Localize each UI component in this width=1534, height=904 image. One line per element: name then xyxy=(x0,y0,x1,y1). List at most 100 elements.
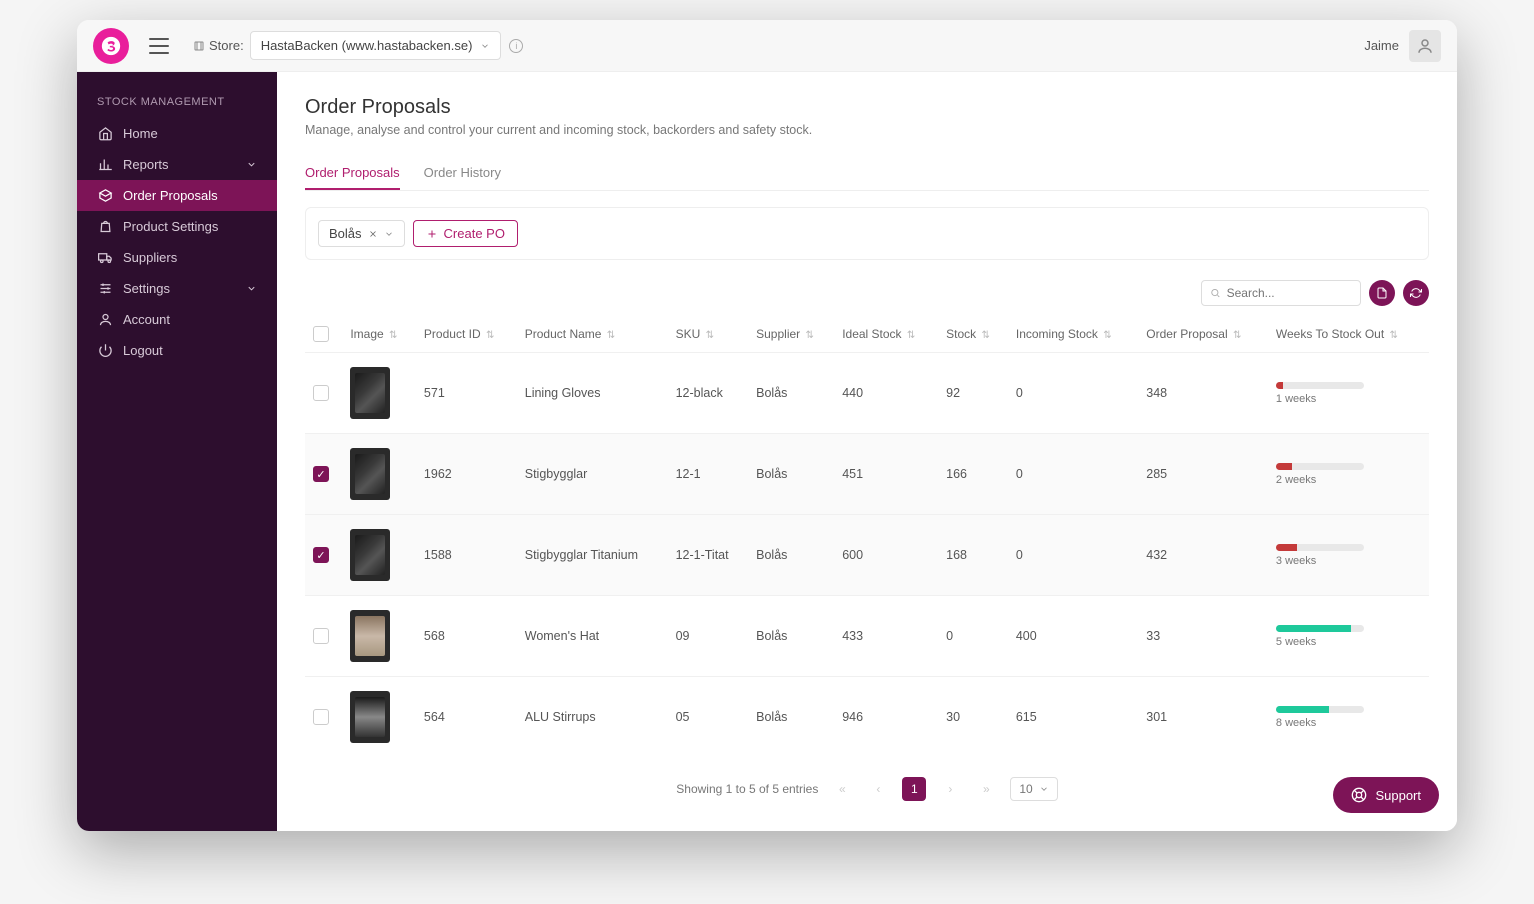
row-checkbox[interactable]: ✓ xyxy=(313,547,329,563)
column-header[interactable]: Supplier ⇅ xyxy=(748,316,834,353)
sidebar-item-label: Reports xyxy=(123,157,169,172)
cell-ideal-stock: 946 xyxy=(834,677,938,758)
home-icon xyxy=(97,126,113,141)
column-header[interactable]: SKU ⇅ xyxy=(668,316,749,353)
cell-product-id: 1588 xyxy=(416,515,517,596)
product-thumbnail xyxy=(350,610,390,662)
cell-sku: 12-1-Titat xyxy=(668,515,749,596)
sidebar-item-order-proposals[interactable]: Order Proposals xyxy=(77,180,277,211)
sidebar-item-suppliers[interactable]: Suppliers xyxy=(77,242,277,273)
weeks-progress xyxy=(1276,382,1364,389)
prev-page-button[interactable]: ‹ xyxy=(866,777,890,801)
sort-icon: ⇅ xyxy=(389,330,397,341)
sidebar-item-label: Product Settings xyxy=(123,219,218,234)
table-actions xyxy=(305,280,1429,306)
chevron-down-icon xyxy=(246,159,257,170)
export-button[interactable] xyxy=(1369,280,1395,306)
store-select[interactable]: HastaBacken (www.hastabacken.se) xyxy=(250,31,502,60)
weeks-progress xyxy=(1276,544,1364,551)
next-page-button[interactable]: › xyxy=(938,777,962,801)
info-icon[interactable]: i xyxy=(509,39,523,53)
refresh-button[interactable] xyxy=(1403,280,1429,306)
bag-icon xyxy=(97,219,113,234)
sidebar-item-home[interactable]: Home xyxy=(77,118,277,149)
support-button[interactable]: Support xyxy=(1333,777,1439,813)
sidebar-item-label: Home xyxy=(123,126,158,141)
cell-sku: 05 xyxy=(668,677,749,758)
cell-product-name: Stigbygglar Titanium xyxy=(517,515,668,596)
cell-supplier: Bolås xyxy=(748,434,834,515)
sidebar-item-reports[interactable]: Reports xyxy=(77,149,277,180)
close-icon[interactable] xyxy=(368,229,378,239)
sidebar-item-product-settings[interactable]: Product Settings xyxy=(77,211,277,242)
cell-ideal-stock: 451 xyxy=(834,434,938,515)
product-thumbnail xyxy=(350,367,390,419)
store-label: Store: xyxy=(193,38,244,53)
tab-order-history[interactable]: Order History xyxy=(424,157,501,190)
cell-incoming-stock: 615 xyxy=(1008,677,1138,758)
search-input[interactable] xyxy=(1227,286,1352,300)
page-size-select[interactable]: 10 xyxy=(1010,777,1057,801)
table-row: ✓ 1588 Stigbygglar Titanium 12-1-Titat B… xyxy=(305,515,1429,596)
sort-icon: ⇅ xyxy=(607,330,615,341)
last-page-button[interactable]: » xyxy=(974,777,998,801)
row-checkbox[interactable] xyxy=(313,628,329,644)
cell-stock: 168 xyxy=(938,515,1008,596)
column-header[interactable]: Order Proposal ⇅ xyxy=(1138,316,1268,353)
column-header[interactable]: Weeks To Stock Out ⇅ xyxy=(1268,316,1429,353)
cell-sku: 12-1 xyxy=(668,434,749,515)
column-header[interactable]: Incoming Stock ⇅ xyxy=(1008,316,1138,353)
chart-icon xyxy=(97,157,113,172)
cell-ideal-stock: 433 xyxy=(834,596,938,677)
cell-weeks-out: 5 weeks xyxy=(1268,596,1429,677)
page-1-button[interactable]: 1 xyxy=(902,777,926,801)
cell-supplier: Bolås xyxy=(748,596,834,677)
sidebar-heading: STOCK MANAGEMENT xyxy=(77,82,277,118)
cell-supplier: Bolås xyxy=(748,677,834,758)
table-row: ✓ 1962 Stigbygglar 12-1 Bolås 451 166 0 … xyxy=(305,434,1429,515)
row-checkbox[interactable]: ✓ xyxy=(313,466,329,482)
weeks-progress xyxy=(1276,706,1364,713)
cell-incoming-stock: 0 xyxy=(1008,353,1138,434)
user-icon xyxy=(97,312,113,327)
products-table: Image ⇅Product ID ⇅Product Name ⇅SKU ⇅Su… xyxy=(305,316,1429,757)
select-all-checkbox[interactable] xyxy=(313,326,329,342)
cell-stock: 166 xyxy=(938,434,1008,515)
filter-chip[interactable]: Bolås xyxy=(318,220,405,247)
column-header[interactable]: Product Name ⇅ xyxy=(517,316,668,353)
sidebar-item-label: Order Proposals xyxy=(123,188,218,203)
topbar-user: Jaime xyxy=(1364,30,1441,62)
column-header[interactable]: Image ⇅ xyxy=(342,316,416,353)
sort-icon: ⇅ xyxy=(706,330,714,341)
column-header[interactable]: Stock ⇅ xyxy=(938,316,1008,353)
sidebar-item-account[interactable]: Account xyxy=(77,304,277,335)
create-po-button[interactable]: Create PO xyxy=(413,220,518,247)
row-checkbox[interactable] xyxy=(313,385,329,401)
tab-order-proposals[interactable]: Order Proposals xyxy=(305,157,400,190)
chevron-down-icon xyxy=(1039,784,1049,794)
toolbar: Bolås Create PO xyxy=(305,207,1429,260)
cell-order-proposal: 432 xyxy=(1138,515,1268,596)
sliders-icon xyxy=(97,281,113,296)
cell-weeks-out: 1 weeks xyxy=(1268,353,1429,434)
weeks-progress xyxy=(1276,625,1364,632)
sidebar-item-logout[interactable]: Logout xyxy=(77,335,277,366)
column-header[interactable]: Product ID ⇅ xyxy=(416,316,517,353)
cell-product-id: 568 xyxy=(416,596,517,677)
pagination: Showing 1 to 5 of 5 entries « ‹ 1 › » 10 xyxy=(305,757,1429,807)
cell-weeks-out: 8 weeks xyxy=(1268,677,1429,758)
sidebar-item-settings[interactable]: Settings xyxy=(77,273,277,304)
cell-sku: 12-black xyxy=(668,353,749,434)
cell-product-name: Women's Hat xyxy=(517,596,668,677)
cell-order-proposal: 33 xyxy=(1138,596,1268,677)
menu-toggle-button[interactable] xyxy=(149,38,169,54)
topbar: Store: HastaBacken (www.hastabacken.se) … xyxy=(77,20,1457,72)
first-page-button[interactable]: « xyxy=(830,777,854,801)
cell-supplier: Bolås xyxy=(748,353,834,434)
cell-order-proposal: 285 xyxy=(1138,434,1268,515)
user-avatar[interactable] xyxy=(1409,30,1441,62)
row-checkbox[interactable] xyxy=(313,709,329,725)
sidebar-item-label: Account xyxy=(123,312,170,327)
column-header[interactable]: Ideal Stock ⇅ xyxy=(834,316,938,353)
search-box[interactable] xyxy=(1201,280,1361,306)
